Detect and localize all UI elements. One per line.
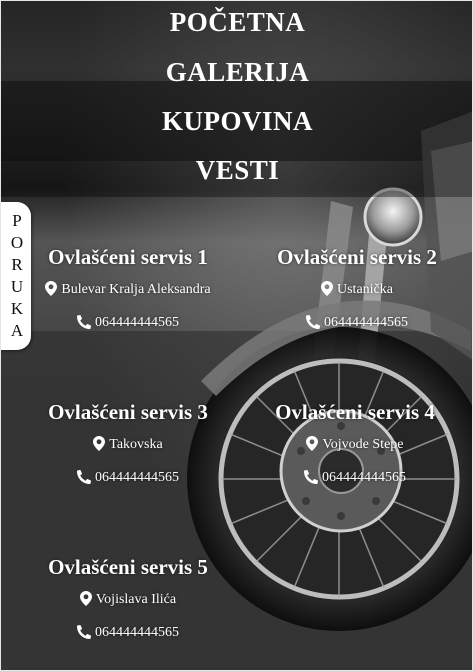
service-card: Ovlašćeni servis 2 Ustanička 06444444456… (242, 245, 472, 332)
service-title: Ovlašćeni servis 2 (277, 245, 437, 269)
page-frame: POČETNA GALERIJA KUPOVINA VESTI P O R U … (0, 0, 473, 671)
service-phone[interactable]: 064444444565 (322, 470, 406, 485)
service-title: Ovlašćeni servis 3 (48, 400, 208, 424)
message-tab-letter: P (12, 211, 22, 230)
phone-icon (306, 315, 320, 329)
map-marker-icon (321, 281, 333, 296)
service-phone-row: 064444444565 (13, 469, 243, 487)
service-title: Ovlašćeni servis 4 (275, 400, 435, 424)
service-phone[interactable]: 064444444565 (95, 315, 179, 330)
service-card: Ovlašćeni servis 4 Vojvode Stepe 0644444… (240, 400, 470, 487)
nav-item-pocetna[interactable]: POČETNA (1, 7, 472, 37)
service-address-row: Takovska (13, 436, 243, 454)
service-card: Ovlašćeni servis 1 Bulevar Kralja Aleksa… (13, 245, 243, 332)
phone-icon (77, 625, 91, 639)
service-address-row: Vojislava Ilića (13, 591, 243, 609)
map-marker-icon (79, 591, 92, 606)
service-address-row: Vojvode Stepe (240, 436, 470, 454)
map-marker-icon (45, 281, 58, 296)
service-phone-row: 064444444565 (13, 314, 243, 332)
service-phone-row: 064444444565 (240, 469, 470, 487)
main-nav: POČETNA GALERIJA KUPOVINA VESTI (1, 1, 472, 197)
phone-icon (304, 470, 318, 484)
phone-icon (77, 315, 91, 329)
nav-item-kupovina[interactable]: KUPOVINA (1, 106, 472, 136)
service-address: Vojislava Ilića (95, 592, 177, 607)
service-phone-row: 064444444565 (242, 314, 472, 332)
service-address: Takovska (109, 437, 163, 452)
service-address-row: Bulevar Kralja Aleksandra (13, 281, 243, 299)
service-address: Bulevar Kralja Aleksandra (61, 282, 211, 297)
map-marker-icon (93, 436, 106, 451)
map-marker-icon (306, 436, 319, 451)
service-phone-row: 064444444565 (13, 624, 243, 642)
service-address-row: Ustanička (242, 281, 472, 299)
service-address: Ustanička (337, 282, 393, 297)
service-card: Ovlašćeni servis 5 Vojislava Ilića 06444… (13, 555, 243, 642)
service-phone[interactable]: 064444444565 (324, 315, 408, 330)
service-phone[interactable]: 064444444565 (95, 470, 179, 485)
nav-item-vesti[interactable]: VESTI (1, 155, 472, 185)
service-title: Ovlašćeni servis 5 (48, 555, 208, 579)
phone-icon (77, 470, 91, 484)
service-title: Ovlašćeni servis 1 (48, 245, 208, 269)
service-address: Vojvode Stepe (322, 437, 404, 452)
nav-item-galerija[interactable]: GALERIJA (1, 57, 472, 87)
service-phone[interactable]: 064444444565 (95, 625, 179, 640)
service-card: Ovlašćeni servis 3 Takovska 064444444565 (13, 400, 243, 487)
